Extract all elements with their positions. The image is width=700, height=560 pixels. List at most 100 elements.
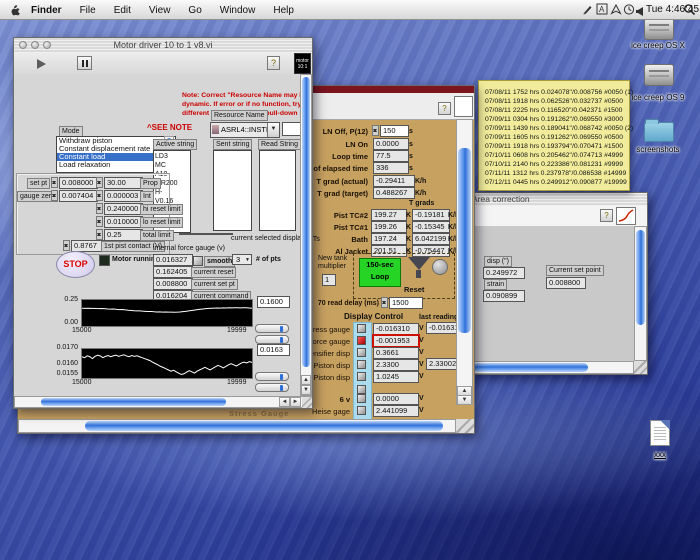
set-pt-stepper[interactable] <box>51 177 58 188</box>
stop-button[interactable]: STOP <box>56 251 95 278</box>
set-pt-field[interactable]: 0.008000 <box>59 177 98 189</box>
smooth-toggle[interactable] <box>193 256 203 266</box>
scrollbar-thumb[interactable] <box>41 398 226 406</box>
hi-reset-stepper[interactable] <box>96 203 103 214</box>
t-grad-actual-field[interactable]: -0.29411 <box>373 175 415 187</box>
vi-icon-tan[interactable] <box>454 96 473 117</box>
t-grad-target-field[interactable]: 0.488267 <box>373 187 415 199</box>
selected-displacement-field[interactable] <box>179 233 233 235</box>
read-delay-field[interactable]: 1500 <box>389 297 423 309</box>
intensifier-disp-toggle[interactable] <box>357 348 366 357</box>
main-horizontal-scrollbar[interactable]: ◄ ► <box>14 396 312 408</box>
loop-time-field[interactable]: 77.5 <box>373 150 409 162</box>
loop-button[interactable]: 150-sec Loop <box>359 258 401 287</box>
elapsed-time-field[interactable]: 336 <box>373 162 409 174</box>
strain-field[interactable]: 0.090899 <box>483 290 525 302</box>
pist-tc1-field[interactable]: 199.26 <box>371 221 407 233</box>
int-field[interactable]: 0.000003 <box>104 190 143 202</box>
bath-field[interactable]: 197.24 <box>371 233 407 245</box>
minimize-button[interactable] <box>31 41 39 49</box>
disp-field[interactable]: 0.249972 <box>483 267 525 279</box>
scrollbar-thumb[interactable] <box>85 421 443 431</box>
g1-scale-slider-y[interactable] <box>255 335 289 344</box>
piston-disp2-field[interactable]: 1.0245 <box>373 371 419 383</box>
resource-dropdown[interactable]: ASRL4::INSTR ▼ <box>210 122 280 138</box>
lo-reset-field[interactable]: 0.010000 <box>104 216 143 228</box>
menu-go[interactable]: Go <box>179 1 210 20</box>
menu-file[interactable]: File <box>71 1 105 20</box>
piston-disp1-field[interactable]: 2.3300 <box>373 359 419 371</box>
sticky-note[interactable]: 07/08/11 1752 hrs 0.024078"/0.008756 #00… <box>478 80 633 191</box>
force-gauge-toggle[interactable] <box>357 336 366 345</box>
g2-scale-slider-x[interactable] <box>255 372 289 381</box>
intensifier-disp-field[interactable]: 0.3661 <box>373 347 419 359</box>
bath-grad[interactable]: 6.042199 <box>412 233 450 245</box>
menu-view[interactable]: View <box>140 1 180 20</box>
menu-edit[interactable]: Edit <box>105 1 140 20</box>
resize-grip[interactable] <box>456 419 474 433</box>
tan-horizontal-scrollbar[interactable] <box>18 419 456 433</box>
input-menu-icon[interactable]: A <box>596 3 608 21</box>
resize-grip[interactable] <box>302 397 312 408</box>
sent-string-box[interactable] <box>213 150 252 231</box>
num-pts-dropdown[interactable]: 3 ▼ <box>232 254 252 265</box>
scrollbar-thumb[interactable] <box>473 363 588 372</box>
main-vertical-scrollbar[interactable]: ▲ ▼ <box>300 74 312 396</box>
chevron-down-icon[interactable]: ▼ <box>267 123 279 137</box>
stress-gauge-toggle[interactable] <box>357 324 366 333</box>
help-icon[interactable]: ? <box>600 209 613 222</box>
pist-tc2-grad[interactable]: -0.19181 <box>412 209 450 221</box>
volume-menu-icon[interactable] <box>635 4 644 22</box>
apple-menu[interactable] <box>8 3 21 21</box>
ink-menu-icon[interactable] <box>581 3 593 21</box>
pause-button[interactable] <box>77 56 92 70</box>
lo-reset-stepper[interactable] <box>96 216 103 227</box>
piston-disp1-toggle[interactable] <box>357 360 366 369</box>
zoom-button[interactable] <box>43 41 51 49</box>
six-v-field[interactable]: 0.0000 <box>373 393 419 405</box>
new-tank-value[interactable]: 1 <box>322 274 336 286</box>
prop-field[interactable]: 30.00 <box>104 177 143 189</box>
current-set-point-field[interactable]: 0.008800 <box>546 277 586 289</box>
spotlight-icon[interactable] <box>683 3 696 21</box>
scroll-down-arrow[interactable]: ▼ <box>457 395 472 405</box>
ln-off-stepper[interactable] <box>372 125 379 136</box>
scroll-down-arrow[interactable]: ▼ <box>301 385 311 395</box>
menu-finder[interactable]: Finder <box>22 1 71 20</box>
spare-toggle[interactable] <box>357 385 366 394</box>
total-limit-field[interactable]: 0.25 <box>104 229 143 241</box>
g1-scale-slider-x[interactable] <box>255 324 289 333</box>
resize-grip[interactable] <box>634 361 647 374</box>
vi-icon-main[interactable]: motor 10:1 <box>294 53 311 74</box>
airport-menu-icon[interactable] <box>610 3 622 21</box>
ln-on-field[interactable]: 0.0000 <box>373 138 409 150</box>
ln-off-field[interactable]: 150 <box>380 125 409 137</box>
gauge-zero-stepper[interactable] <box>51 190 58 201</box>
close-button[interactable] <box>19 41 27 49</box>
help-icon[interactable]: ? <box>267 56 280 70</box>
pist-tc2-field[interactable]: 199.27 <box>371 209 407 221</box>
desktop-icon-xxx-label[interactable]: xxx <box>630 450 690 459</box>
area-window-titlebar[interactable]: Area correction <box>469 193 647 207</box>
scroll-up-arrow[interactable]: ▲ <box>301 375 311 385</box>
tan-vertical-scrollbar[interactable]: ▲ ▼ <box>456 119 473 405</box>
main-titlebar[interactable]: Motor driver 10 to 1 v8.vi <box>14 38 312 54</box>
gauge-zero-field[interactable]: 0.007404 <box>59 190 98 202</box>
scrollbar-thumb[interactable] <box>302 77 310 367</box>
desktop-icon-disk1-label[interactable]: ice creep OS X <box>620 41 696 50</box>
desktop-icon-screenshots[interactable] <box>642 119 676 146</box>
area-vertical-scrollbar[interactable] <box>634 226 647 361</box>
scrollbar-thumb[interactable] <box>458 148 471 333</box>
g2-scale-slider-y[interactable] <box>255 383 289 392</box>
vi-icon-area[interactable] <box>616 207 636 225</box>
scrollbar-thumb[interactable] <box>636 230 645 325</box>
scroll-left-arrow[interactable]: ◄ <box>279 397 290 407</box>
clock-menu-icon[interactable] <box>623 3 635 21</box>
scroll-right-arrow[interactable]: ► <box>290 397 301 407</box>
pist-contact-stepper[interactable] <box>63 240 70 251</box>
int-stepper[interactable] <box>96 190 103 201</box>
pist-tc1-grad[interactable]: -0.15345 <box>412 221 450 233</box>
area-horizontal-scrollbar[interactable] <box>469 361 634 374</box>
read-delay-stepper[interactable] <box>381 297 388 308</box>
run-button-icon[interactable] <box>37 59 46 69</box>
